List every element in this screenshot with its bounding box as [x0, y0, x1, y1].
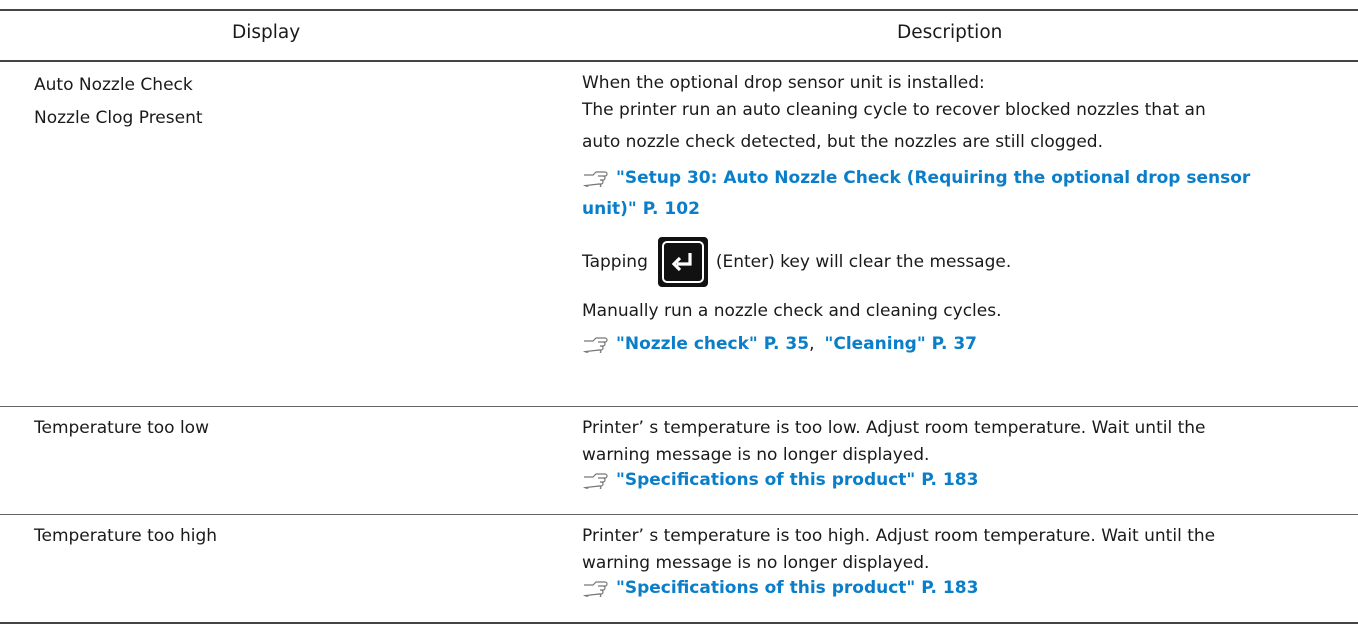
pointing-hand-icon [582, 337, 608, 353]
enter-key-icon [657, 237, 708, 287]
display-cell: Temperature too high [34, 526, 218, 546]
link-text[interactable]: "Specifications of this product" P. 183 [616, 575, 978, 601]
description-cell: Printer’ s temperature is too low. Adjus… [582, 414, 1342, 493]
display-line: Nozzle Clog Present [34, 108, 203, 128]
pointing-hand-icon [582, 473, 608, 489]
description-text: Printer’ s temperature is too high. Adju… [582, 526, 1216, 546]
pointing-hand-icon [582, 171, 608, 187]
description-cell: Printer’ s temperature is too high. Adju… [582, 522, 1342, 601]
cross-reference-link[interactable]: "Specifications of this product" P. 183 [582, 575, 1342, 601]
cross-reference-link-cont[interactable]: unit)" P. 102 [582, 193, 1342, 225]
cross-reference-links: "Nozzle check" P. 35 , "Cleaning" P. 37 [582, 327, 1342, 361]
display-line: Auto Nozzle Check [34, 75, 193, 95]
display-cell: Auto Nozzle Check Nozzle Clog Present [34, 71, 203, 133]
link-separator: , [809, 334, 815, 354]
cross-reference-link[interactable]: "Specifications of this product" P. 183 [582, 467, 1342, 493]
enter-instruction: Tapping (Enter) key will clear the messa… [582, 233, 1342, 291]
description-text: warning message is no longer displayed. [582, 553, 930, 573]
row-divider [0, 514, 1358, 515]
instruction-text: (Enter) key will clear the message. [715, 251, 1012, 272]
table-bottom-rule [0, 622, 1358, 624]
header-rule [0, 60, 1358, 62]
description-text: warning message is no longer displayed. [582, 445, 930, 465]
description-text: When the optional drop sensor unit is in… [582, 73, 985, 93]
cross-reference-link[interactable]: "Setup 30: Auto Nozzle Check (Requiring … [582, 163, 1342, 193]
link-text[interactable]: "Specifications of this product" P. 183 [616, 467, 978, 493]
header-description: Description [897, 22, 1003, 43]
link-cleaning[interactable]: "Cleaning" P. 37 [824, 327, 977, 361]
link-text[interactable]: unit)" P. 102 [582, 193, 700, 225]
description-text: Printer’ s temperature is too low. Adjus… [582, 418, 1206, 438]
description-cell: When the optional drop sensor unit is in… [582, 71, 1342, 361]
link-text[interactable]: "Setup 30: Auto Nozzle Check (Requiring … [616, 163, 1250, 193]
header-display: Display [232, 22, 301, 43]
description-text: The printer run an auto cleaning cycle t… [582, 100, 1206, 120]
description-text: Manually run a nozzle check and cleaning… [582, 301, 1002, 321]
row-divider [0, 406, 1358, 407]
instruction-text: Tapping [582, 251, 648, 272]
description-text: auto nozzle check detected, but the nozz… [582, 132, 1103, 152]
table-top-rule [0, 9, 1358, 11]
display-cell: Temperature too low [34, 418, 209, 438]
link-nozzle-check[interactable]: "Nozzle check" P. 35 [616, 327, 809, 361]
pointing-hand-icon [582, 581, 608, 597]
return-arrow-icon [671, 253, 692, 272]
